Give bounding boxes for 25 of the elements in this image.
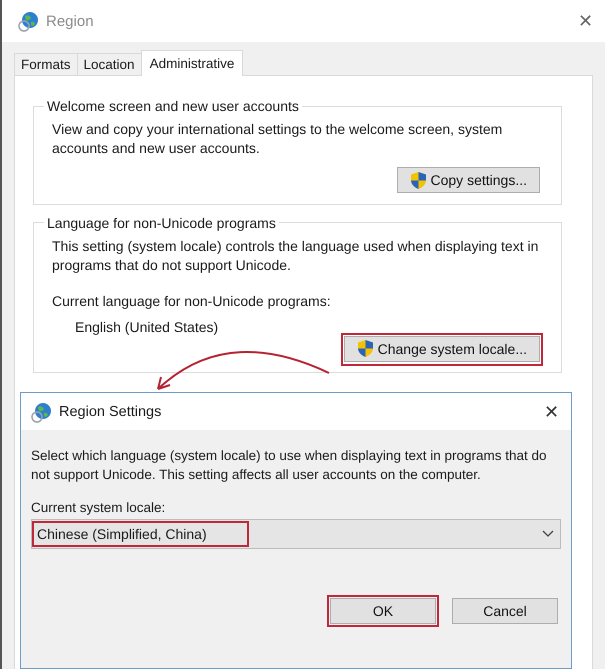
description-text: View and copy your international settings to the welcome screen, system accounts and new user accounts. <box>52 120 504 158</box>
button[interactable]: Copy settings... <box>396 167 540 193</box>
tab[interactable]: Administrative <box>140 50 244 76</box>
shield-icon <box>410 170 426 190</box>
description-text: Select which language (system locale) to use when displaying text in programs that do not support Unicode. This setting affects all user accounts on the computer. <box>31 447 548 484</box>
locale-dropdown[interactable]: Chinese (Simplified, China) <box>31 519 561 549</box>
group-title: Language for non-Unicode programs <box>46 214 277 230</box>
close-icon[interactable]: ✕ <box>544 400 559 422</box>
locale-label: Current system locale: <box>31 500 166 515</box>
current-language-label: Current language for non-Unicode programs: <box>52 292 332 308</box>
description-text: This setting (system locale) controls the language used when displaying text in programs that do not support Unicode. <box>52 236 540 274</box>
dialog-title: Region Settings <box>59 404 162 420</box>
button[interactable]: OK <box>330 598 436 624</box>
button[interactable]: Change system locale... <box>344 336 540 362</box>
window-title: Region <box>46 12 95 30</box>
tab[interactable]: Formats <box>14 53 78 75</box>
button[interactable]: Cancel <box>452 598 558 624</box>
chevron-down-icon <box>542 530 554 538</box>
globe-icon <box>31 400 53 422</box>
current-language-value: English (United States) <box>75 318 220 334</box>
close-icon[interactable]: ✕ <box>578 10 593 32</box>
globe-icon <box>18 10 40 32</box>
locale-value: Chinese (Simplified, China) <box>37 526 207 542</box>
shield-icon <box>356 339 374 358</box>
group-title: Welcome screen and new user accounts <box>46 98 300 114</box>
